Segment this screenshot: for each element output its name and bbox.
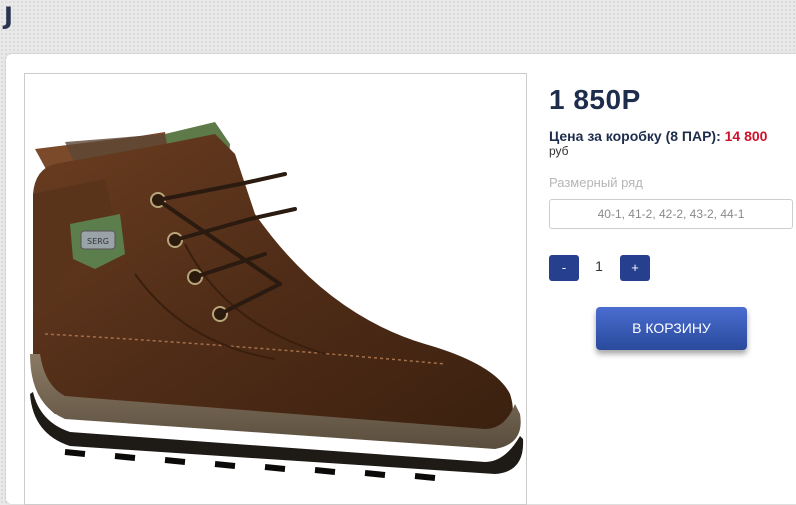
boot-illustration: SERG: [30, 122, 524, 481]
site-logo-letter[interactable]: J: [4, 2, 13, 30]
box-price-line: Цена за коробку (8 ПАР): 14 800: [549, 128, 767, 144]
product-image[interactable]: SERG: [24, 73, 527, 505]
box-price-value: 14 800: [724, 128, 768, 144]
size-range-label: Размерный ряд: [549, 175, 643, 190]
product-price: 1 850Р: [549, 84, 641, 115]
box-price-currency: руб: [549, 144, 569, 158]
quantity-decrease-button[interactable]: -: [549, 255, 579, 281]
add-to-cart-button[interactable]: В КОРЗИНУ: [596, 307, 747, 350]
quantity-increase-button[interactable]: +: [620, 255, 650, 281]
quantity-input[interactable]: 1: [585, 258, 613, 274]
size-range-field[interactable]: 40-1, 41-2, 42-2, 43-2, 44-1: [549, 199, 793, 229]
boot-tag-text: SERG: [87, 237, 109, 246]
box-price-label: Цена за коробку (8 ПАР):: [549, 128, 721, 144]
